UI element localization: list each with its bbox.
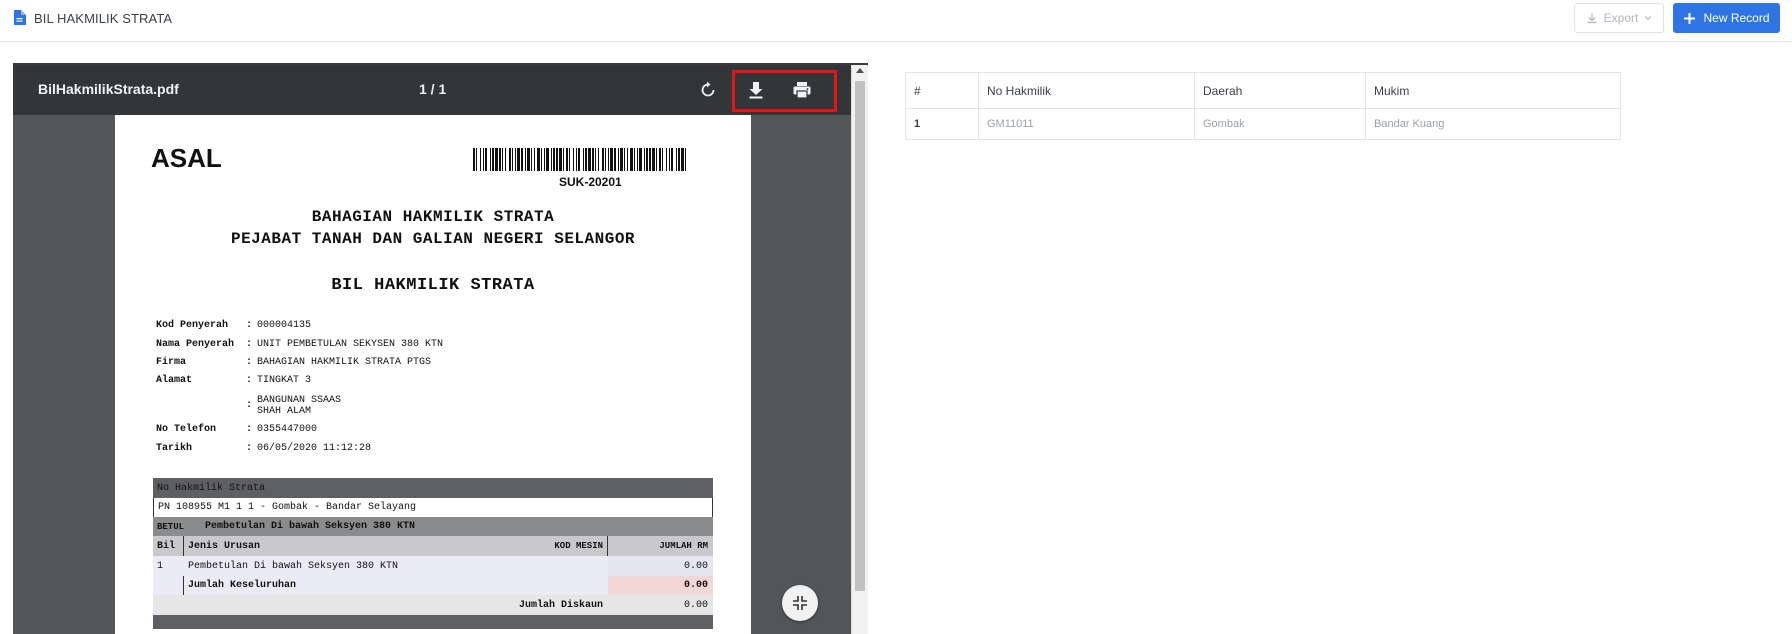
document-icon: [14, 10, 26, 25]
barcode: [473, 148, 686, 171]
field-label: No Telefon: [156, 424, 217, 435]
field-value: BAHAGIAN HAKMILIK STRATA PTGS: [257, 357, 432, 368]
scroll-up-arrow[interactable]: [856, 68, 864, 73]
pdf-filename: BilHakmilikStrata.pdf: [38, 81, 179, 97]
row-no-hakmilik[interactable]: GM11011: [979, 109, 1195, 139]
diskaun-amount: 0.00: [683, 599, 708, 611]
table-row[interactable]: 1 GM11011 Gombak Bandar Kuang: [906, 109, 1620, 139]
field-colon: :: [246, 443, 253, 454]
field-colon: :: [246, 339, 253, 350]
table-footer-row: [153, 615, 713, 629]
total-label: Jumlah Keseluruhan: [188, 580, 297, 591]
field-label: Alamat: [156, 375, 193, 386]
field-value: 06/05/2020 11:12:28: [257, 443, 372, 454]
field-colon: :: [246, 424, 253, 435]
no-hakmilik-value: PN 108955 M1 1 1 - Gombak - Bandar Selay…: [158, 502, 417, 513]
table-header-row: No Hakmilik Strata: [153, 478, 713, 498]
table-row: PN 108955 M1 1 1 - Gombak - Bandar Selay…: [153, 498, 713, 517]
field-label: Kod Penyerah: [156, 320, 229, 331]
export-label: Export: [1603, 11, 1639, 25]
table-row: 1 Pembetulan Di bawah Seksyen 380 KTN 0.…: [153, 556, 713, 576]
field-label: Firma: [156, 357, 187, 368]
new-record-label: New Record: [1703, 11, 1770, 25]
page-indicator: 1 / 1: [419, 81, 447, 97]
row-index: 1: [906, 109, 979, 139]
item-bil: 1: [157, 560, 164, 572]
col-divider: [183, 576, 184, 595]
col-jumlah: JUMLAH RM: [659, 541, 708, 551]
section-code: BETUL: [157, 521, 185, 532]
document-main-title: BIL HAKMILIK STRATA: [331, 276, 535, 295]
field-label: Tarikh: [156, 443, 193, 454]
rotate-icon[interactable]: [697, 79, 719, 101]
field-colon: :: [246, 375, 253, 386]
download-icon: [1587, 13, 1597, 24]
row-mukim: Bandar Kuang: [1374, 118, 1445, 130]
discount-row: Jumlah Diskaun 0.00: [153, 595, 713, 615]
records-table: # No Hakmilik Daerah Mukim 1 GM11011 Gom…: [905, 72, 1621, 140]
field-value: 000004135: [257, 320, 312, 331]
highlight-box: [732, 70, 837, 112]
new-record-button[interactable]: New Record: [1673, 3, 1780, 33]
document-heading-line2: PEJABAT TANAH DAN GALIAN NEGERI SELANGOR: [230, 230, 636, 248]
pdf-viewer[interactable]: BilHakmilikStrata.pdf 1 / 1 ASAL SUK-202…: [13, 63, 868, 634]
header-mukim: Mukim: [1374, 83, 1410, 98]
field-value: 0355447000: [257, 424, 318, 435]
vertical-scrollbar[interactable]: [851, 65, 868, 634]
item-desc: Pembetulan Di bawah Seksyen 380 KTN: [188, 560, 399, 572]
total-row: Jumlah Keseluruhan 0.00: [153, 576, 713, 595]
records-header-row: # No Hakmilik Daerah Mukim: [906, 73, 1620, 109]
top-bar: BIL HAKMILIK STRATA Export New Record: [0, 0, 1792, 42]
pdf-page: ASAL SUK-20201 BAHAGIAN HAKMILIK STRATA …: [115, 115, 751, 634]
total-amount: 0.00: [608, 576, 713, 595]
header-no-hakmilik: No Hakmilik: [979, 73, 1195, 108]
section-row: BETUL Pembetulan Di bawah Seksyen 380 KT…: [153, 517, 713, 536]
field-value: UNIT PEMBETULAN SEKYSEN 380 KTN: [257, 339, 444, 350]
fit-page-icon: [793, 596, 807, 610]
no-hakmilik-header: No Hakmilik Strata: [157, 482, 266, 494]
fit-page-button[interactable]: [782, 585, 818, 621]
row-daerah: Gombak: [1195, 109, 1366, 139]
field-label: Nama Penyerah: [156, 339, 235, 350]
column-header-row: Bil Jenis Urusan KOD MESIN JUMLAH RM: [153, 536, 713, 576]
barcode-text: SUK-20201: [559, 175, 622, 189]
plus-icon: [1684, 12, 1696, 24]
page-title: BIL HAKMILIK STRATA: [34, 11, 173, 26]
document-stamp: ASAL: [151, 143, 222, 173]
field-colon: :: [246, 357, 253, 368]
header-index: #: [906, 73, 979, 108]
document-heading-line1: BAHAGIAN HAKMILIK STRATA: [311, 208, 555, 226]
item-amount: 0.00: [608, 556, 713, 576]
field-colon: :: [246, 400, 253, 411]
pdf-toolbar: BilHakmilikStrata.pdf 1 / 1: [13, 65, 851, 115]
field-value: TINGKAT 3: [257, 375, 312, 386]
chevron-down-icon: [1644, 16, 1652, 21]
section-desc: Pembetulan Di bawah Seksyen 380 KTN: [205, 521, 416, 532]
field-value: BANGUNAN SSAAS SHAH ALAM: [257, 395, 342, 417]
scroll-thumb[interactable]: [855, 81, 865, 591]
field-colon: :: [246, 320, 253, 331]
export-button[interactable]: Export: [1574, 3, 1664, 33]
header-daerah: Daerah: [1195, 73, 1366, 108]
